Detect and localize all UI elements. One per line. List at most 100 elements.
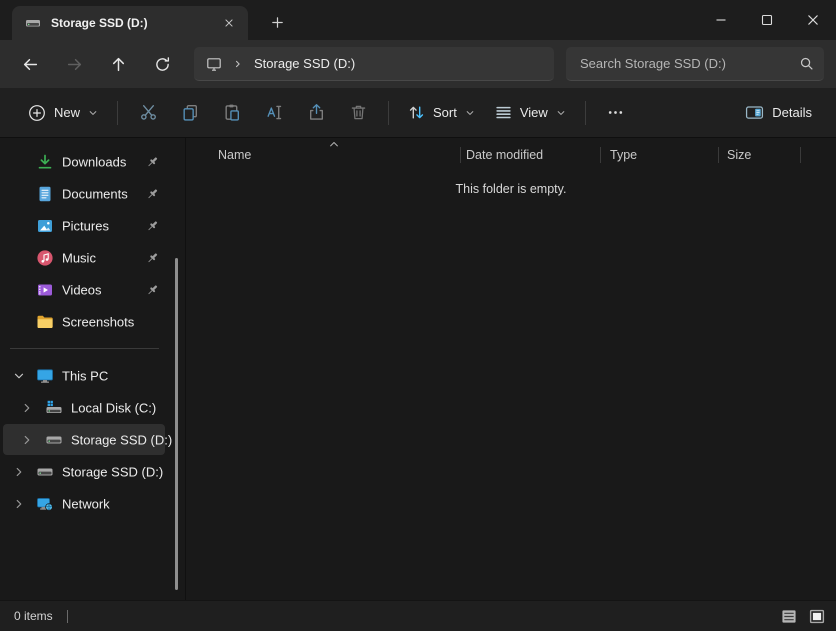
pictures-icon [36, 217, 54, 235]
file-list-pane: Name Date modified Type Size This folder… [186, 138, 836, 600]
large-thumbnails-view-toggle[interactable] [804, 605, 829, 627]
titlebar: Storage SSD (D:) [0, 0, 836, 40]
drive-icon [25, 15, 41, 31]
chevron-down-icon [556, 108, 566, 118]
sidebar-item-screenshots[interactable]: Screenshots [3, 306, 165, 337]
chevron-down-icon[interactable] [12, 369, 26, 383]
breadcrumb-chevron-icon[interactable] [232, 58, 244, 70]
sidebar-item-label: Music [62, 250, 96, 265]
pin-icon [145, 154, 160, 169]
column-header-type[interactable]: Type [610, 142, 637, 168]
search-input[interactable] [580, 56, 799, 71]
tab-storage-ssd[interactable]: Storage SSD (D:) [12, 6, 248, 40]
rename-button[interactable] [253, 95, 295, 131]
column-header-date-modified[interactable]: Date modified [466, 142, 543, 168]
local-disk-icon [45, 399, 63, 417]
videos-icon [36, 281, 54, 299]
documents-icon [36, 185, 54, 203]
new-button[interactable]: New [18, 95, 108, 131]
status-bar: 0 items [0, 600, 836, 631]
sidebar-item-label: Screenshots [62, 314, 134, 329]
paste-button[interactable] [211, 95, 253, 131]
toolbar-separator [117, 101, 118, 125]
details-button-label: Details [772, 105, 812, 120]
sidebar-item-music[interactable]: Music [3, 242, 165, 273]
sidebar-item-network[interactable]: Network [3, 488, 165, 519]
cut-button[interactable] [127, 95, 169, 131]
back-button[interactable] [12, 46, 48, 82]
column-separator[interactable] [600, 147, 601, 163]
sidebar: Downloads Documents Pictures [0, 138, 186, 600]
address-bar[interactable]: Storage SSD (D:) [194, 47, 554, 81]
status-separator [67, 610, 68, 623]
search-icon[interactable] [799, 56, 814, 71]
column-separator[interactable] [718, 147, 719, 163]
minimize-button[interactable] [698, 0, 744, 40]
column-headers: Name Date modified Type Size [186, 142, 822, 168]
sidebar-item-label: Network [62, 496, 110, 511]
tab-close-icon[interactable] [218, 12, 240, 34]
content-area: Downloads Documents Pictures [0, 138, 836, 600]
sidebar-item-this-pc[interactable]: This PC [3, 360, 165, 391]
music-icon [36, 249, 54, 267]
sidebar-item-downloads[interactable]: Downloads [3, 146, 165, 177]
chevron-right-icon[interactable] [12, 465, 26, 479]
search-box[interactable] [566, 47, 824, 81]
sidebar-divider [10, 348, 159, 349]
sidebar-item-label: Documents [62, 186, 128, 201]
pin-icon [145, 282, 160, 297]
view-lines-icon [495, 104, 512, 121]
downloads-icon [36, 153, 54, 171]
plus-circle-icon [28, 104, 46, 122]
up-button[interactable] [100, 46, 136, 82]
view-button-label: View [520, 105, 548, 120]
sidebar-item-label: Storage SSD (D:) [71, 432, 172, 447]
sidebar-item-label: Pictures [62, 218, 109, 233]
chevron-right-icon[interactable] [20, 401, 34, 415]
sidebar-scrollbar[interactable] [175, 258, 178, 590]
maximize-button[interactable] [744, 0, 790, 40]
sort-ascending-icon [328, 139, 340, 149]
chevron-right-icon[interactable] [12, 497, 26, 511]
breadcrumb-location[interactable]: Storage SSD (D:) [254, 56, 355, 71]
details-view-toggle[interactable] [776, 605, 801, 627]
sort-button[interactable]: Sort [398, 95, 485, 131]
sidebar-item-documents[interactable]: Documents [3, 178, 165, 209]
this-pc-icon [36, 367, 54, 385]
item-count: 0 items [14, 609, 53, 623]
share-button[interactable] [295, 95, 337, 131]
toolbar-separator [388, 101, 389, 125]
this-pc-breadcrumb-icon[interactable] [206, 56, 222, 72]
details-pane-icon [745, 103, 764, 122]
new-tab-button[interactable] [262, 7, 292, 37]
sidebar-item-videos[interactable]: Videos [3, 274, 165, 305]
sidebar-item-local-disk-c[interactable]: Local Disk (C:) [3, 392, 165, 423]
column-separator[interactable] [460, 147, 461, 163]
column-header-size[interactable]: Size [727, 142, 751, 168]
column-header-name[interactable]: Name [218, 142, 251, 168]
sidebar-item-label: Videos [62, 282, 102, 297]
copy-button[interactable] [169, 95, 211, 131]
sidebar-item-pictures[interactable]: Pictures [3, 210, 165, 241]
delete-button[interactable] [337, 95, 379, 131]
chevron-down-icon [88, 108, 98, 118]
sidebar-item-label: Storage SSD (D:) [62, 464, 163, 479]
more-options-button[interactable] [595, 95, 637, 131]
empty-folder-message: This folder is empty. [186, 182, 836, 196]
window-controls [698, 0, 836, 40]
sidebar-item-label: Local Disk (C:) [71, 400, 156, 415]
pin-icon [145, 250, 160, 265]
sidebar-item-storage-ssd-d[interactable]: Storage SSD (D:) [3, 456, 165, 487]
sidebar-item-label: This PC [62, 368, 108, 383]
details-pane-button[interactable]: Details [735, 95, 822, 131]
folder-icon [36, 313, 54, 331]
close-button[interactable] [790, 0, 836, 40]
column-separator[interactable] [800, 147, 801, 163]
sidebar-item-storage-ssd-d-selected[interactable]: Storage SSD (D:) [3, 424, 165, 455]
chevron-right-icon[interactable] [20, 433, 34, 447]
refresh-button[interactable] [144, 46, 180, 82]
sidebar-item-label: Downloads [62, 154, 126, 169]
command-toolbar: New Sort [0, 88, 836, 138]
view-button[interactable]: View [485, 95, 576, 131]
forward-button[interactable] [56, 46, 92, 82]
